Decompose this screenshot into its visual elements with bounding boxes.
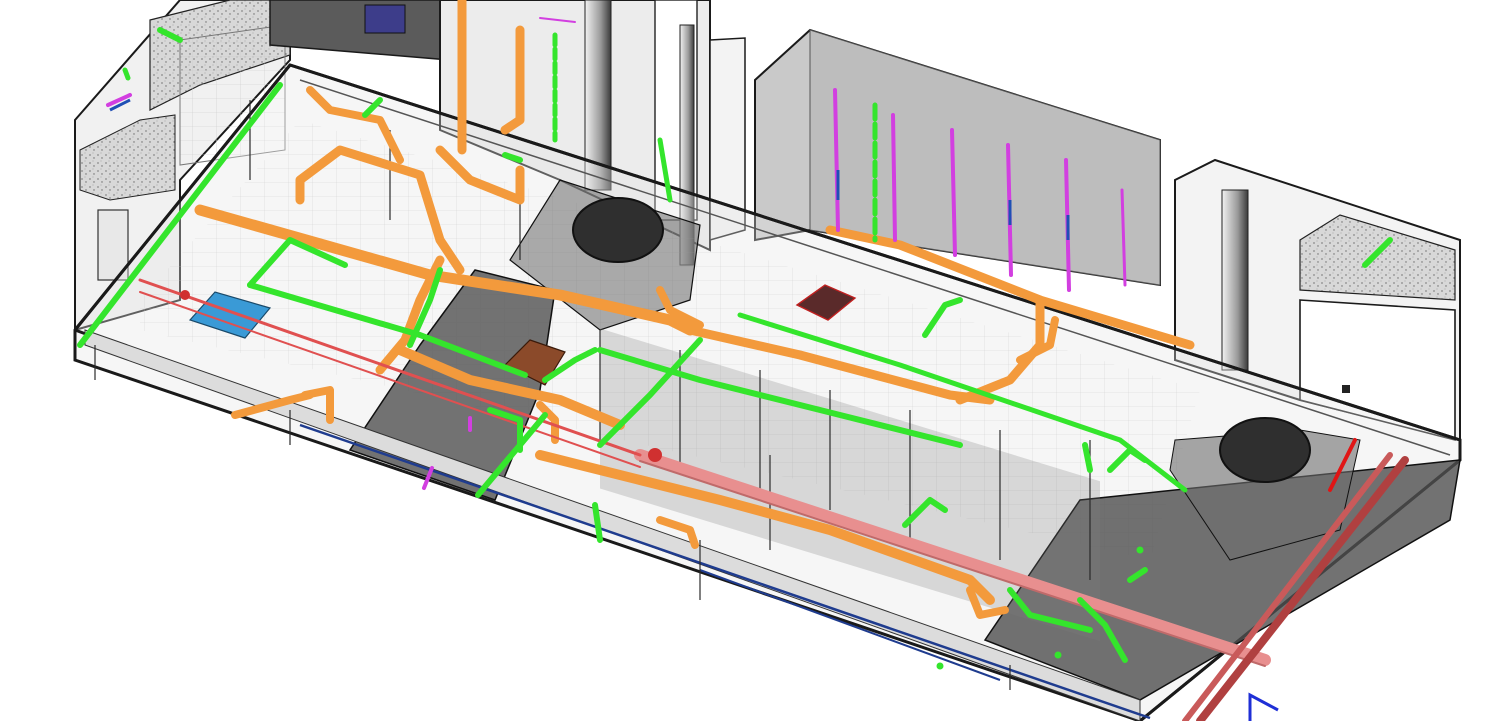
right-tower-speckle	[1299, 214, 1456, 301]
view-cube-corner-icon[interactable]	[1248, 692, 1279, 721]
dw-dot	[1054, 651, 1062, 659]
fp-valve-2	[180, 290, 190, 300]
riser-2	[891, 113, 897, 242]
top-blue-panel	[364, 4, 406, 34]
right-tower-marker	[1342, 385, 1350, 393]
round-opening-2	[1219, 417, 1311, 483]
round-opening-1	[572, 197, 664, 263]
right-tower-column	[1221, 189, 1249, 371]
dw-dot-3	[1136, 546, 1144, 554]
dw-tick-3	[122, 67, 131, 81]
model-viewport[interactable]	[0, 0, 1500, 721]
fp-valve	[648, 448, 662, 462]
dw-dot-2	[936, 662, 944, 670]
bim-model-drawing	[73, 0, 1462, 721]
top-dark-slab	[269, 0, 451, 61]
grey-wall-face	[809, 29, 1161, 286]
